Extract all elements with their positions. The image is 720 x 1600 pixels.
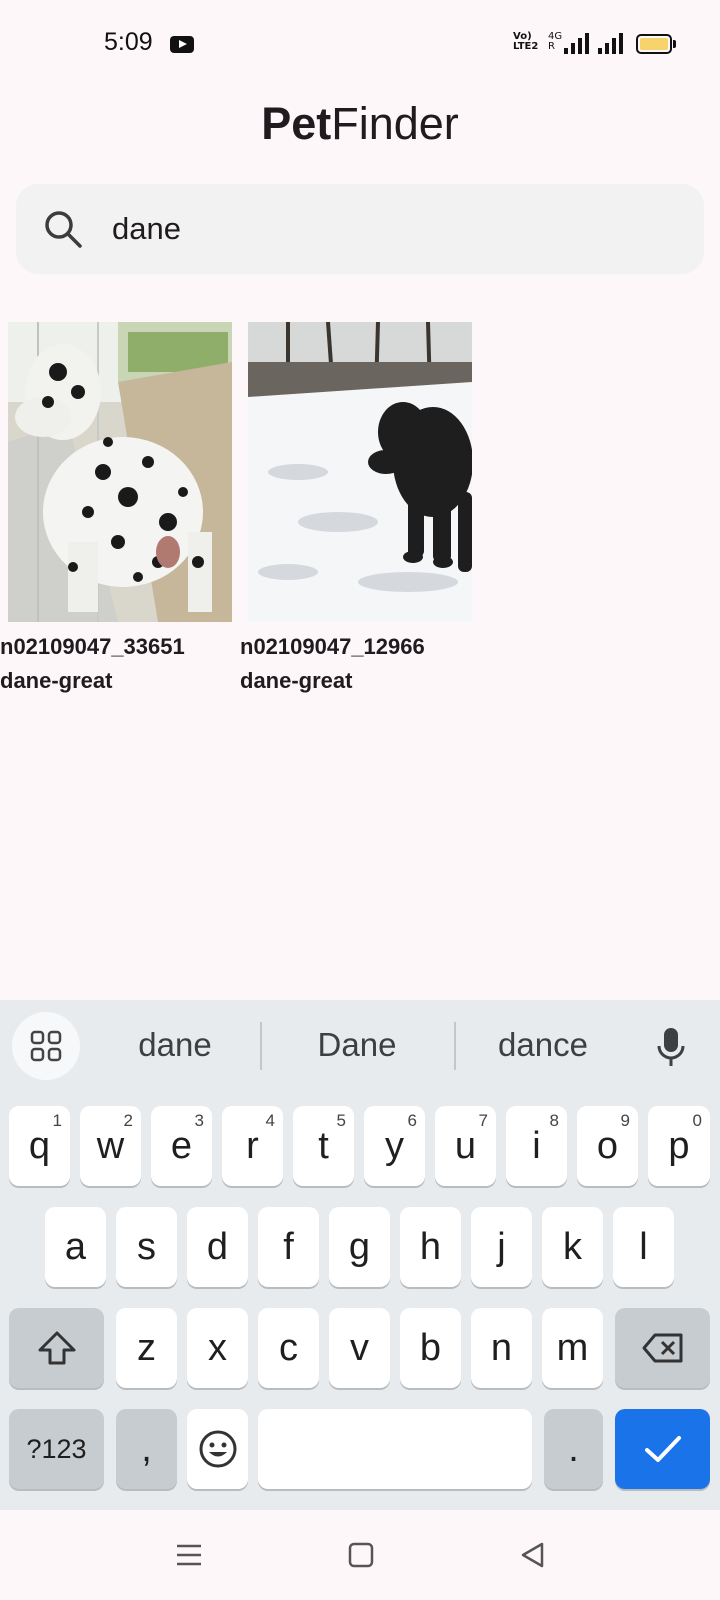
key-label: i — [532, 1124, 541, 1167]
key-o[interactable]: o9 — [577, 1106, 638, 1186]
backspace-key[interactable] — [615, 1308, 710, 1388]
backspace-icon — [642, 1333, 682, 1363]
signal-strength-icon-2 — [598, 32, 623, 54]
key-l[interactable]: l — [613, 1207, 674, 1287]
key-label: w — [96, 1124, 125, 1167]
suggestion-divider — [454, 1022, 456, 1070]
key-j[interactable]: j — [471, 1207, 532, 1287]
app-title-bold: Pet — [261, 98, 332, 149]
key-label: t — [318, 1124, 329, 1167]
key-r[interactable]: r4 — [222, 1106, 283, 1186]
result-id: n02109047_33651 — [0, 634, 185, 659]
key-p[interactable]: p0 — [648, 1106, 710, 1186]
done-key[interactable] — [615, 1409, 710, 1489]
status-bar: 5:09 Vo) LTE2 4G R — [0, 0, 720, 90]
key-g[interactable]: g — [329, 1207, 390, 1287]
emoji-key[interactable] — [187, 1409, 248, 1489]
key-c[interactable]: c — [258, 1308, 319, 1388]
apps-grid-icon — [30, 1030, 62, 1062]
key-e[interactable]: e3 — [151, 1106, 212, 1186]
key-hint: 2 — [123, 1111, 133, 1130]
back-icon[interactable] — [518, 1540, 548, 1570]
key-x[interactable]: x — [187, 1308, 248, 1388]
key-k[interactable]: k — [542, 1207, 603, 1287]
key-label: q — [28, 1124, 51, 1167]
key-h[interactable]: h — [400, 1207, 461, 1287]
key-hint: 6 — [407, 1111, 417, 1130]
key-y[interactable]: y6 — [364, 1106, 425, 1186]
shift-key[interactable] — [9, 1308, 104, 1388]
key-hint: 4 — [265, 1111, 275, 1130]
microphone-icon[interactable] — [656, 1026, 686, 1068]
checkmark-icon — [644, 1436, 681, 1462]
shift-icon — [38, 1331, 75, 1365]
result-id: n02109047_12966 — [240, 634, 425, 659]
key-label: p — [668, 1124, 690, 1167]
app-title-regular: Finder — [331, 98, 459, 149]
key-label: u — [454, 1124, 477, 1167]
battery-tip — [673, 40, 676, 48]
key-w[interactable]: w2 — [80, 1106, 141, 1186]
menu-icon[interactable] — [174, 1540, 204, 1570]
soft-keyboard: dane Dane dance q1 w2 e3 r4 t5 y6 u7 i8 … — [0, 1000, 720, 1510]
suggestion-divider — [260, 1022, 262, 1070]
key-t[interactable]: t5 — [293, 1106, 354, 1186]
key-hint: 1 — [52, 1111, 62, 1130]
app-title: PetFinder — [0, 98, 720, 150]
space-key[interactable] — [258, 1409, 532, 1489]
battery-icon — [636, 34, 672, 54]
home-icon[interactable] — [346, 1540, 376, 1570]
key-n[interactable]: n — [471, 1308, 532, 1388]
key-z[interactable]: z — [116, 1308, 177, 1388]
key-q[interactable]: q1 — [9, 1106, 70, 1186]
key-hint: 9 — [620, 1111, 630, 1130]
search-icon — [45, 211, 82, 248]
suggestion-strip: dane Dane dance — [0, 1000, 720, 1095]
key-label: e — [170, 1124, 193, 1167]
search-input[interactable] — [112, 202, 672, 256]
period-key[interactable]: . — [544, 1409, 603, 1489]
key-label: r — [246, 1124, 259, 1167]
key-hint: 8 — [549, 1111, 559, 1130]
signal-strength-icon-1 — [564, 32, 589, 54]
youtube-notification-icon — [170, 36, 194, 53]
volte-indicator: Vo) LTE2 — [513, 31, 539, 52]
key-hint: 3 — [194, 1111, 204, 1130]
dog-photo-dalmatian-great-dane[interactable] — [8, 322, 232, 622]
key-d[interactable]: d — [187, 1207, 248, 1287]
key-hint: 0 — [692, 1111, 702, 1130]
dog-photo-black-great-dane[interactable] — [248, 322, 472, 622]
emoji-icon — [199, 1430, 236, 1468]
network-type-indicator: 4G R — [548, 31, 563, 52]
key-b[interactable]: b — [400, 1308, 461, 1388]
suggestion-1[interactable]: dane — [100, 1026, 250, 1064]
key-v[interactable]: v — [329, 1308, 390, 1388]
comma-key[interactable]: , — [116, 1409, 177, 1489]
result-breed: dane-great — [240, 668, 353, 693]
key-m[interactable]: m — [542, 1308, 603, 1388]
key-hint: 7 — [478, 1111, 488, 1130]
result-breed: dane-great — [0, 668, 113, 693]
system-nav-bar — [0, 1510, 720, 1600]
key-i[interactable]: i8 — [506, 1106, 567, 1186]
key-label: o — [596, 1124, 619, 1167]
key-label: y — [385, 1124, 404, 1167]
key-s[interactable]: s — [116, 1207, 177, 1287]
key-f[interactable]: f — [258, 1207, 319, 1287]
status-time: 5:09 — [104, 28, 153, 56]
suggestion-2[interactable]: Dane — [282, 1026, 432, 1064]
search-bar[interactable] — [16, 184, 704, 274]
key-hint: 5 — [336, 1111, 346, 1130]
key-u[interactable]: u7 — [435, 1106, 496, 1186]
symbols-key[interactable]: ?123 — [9, 1409, 104, 1489]
suggestion-3[interactable]: dance — [468, 1026, 618, 1064]
key-a[interactable]: a — [45, 1207, 106, 1287]
keyboard-menu-button[interactable] — [12, 1012, 80, 1080]
